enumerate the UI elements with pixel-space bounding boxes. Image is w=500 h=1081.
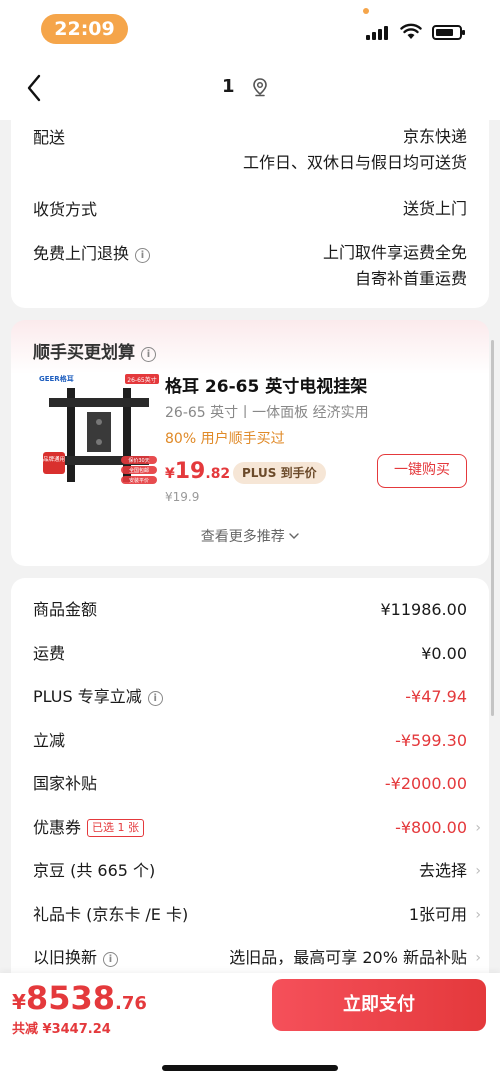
summary-row-subsidy: 国家补贴 -¥2000.00 [33,771,467,797]
recommend-title-wrap: 顺手买更划算 i [33,338,156,363]
product-price: ¥19.82 [165,459,230,484]
free-return-value: 上门取件享运费全免 自寄补首重运费 [323,240,467,292]
battery-icon [432,25,465,40]
info-icon[interactable]: i [147,691,163,706]
home-indicator[interactable] [162,1065,338,1071]
subsidy-label: 国家补贴 [33,774,98,793]
free-return-label-wrap: 免费上门退换 i [33,240,151,264]
plus-discount-value: -¥47.94 [405,687,467,706]
info-icon[interactable]: i [135,248,151,263]
product-feature-2: 全国包邮 [129,467,149,474]
goods-amount-label: 商品金额 [33,600,98,619]
free-return-label: 免费上门退换 [33,244,130,263]
summary-row-giftcard[interactable]: 礼品卡 (京东卡 /E 卡) 1张可用 › [33,902,481,928]
more-recommend-link[interactable]: 查看更多推荐 [11,526,489,546]
free-return-line-2: 自寄补首重运费 [354,269,467,288]
product-buyers: 80% 用户顺手买过 [165,431,285,447]
product-size-tag: 26-65英寸 [127,376,156,384]
delivery-carrier: 京东快递 [402,127,467,146]
location-pin-icon[interactable] [249,76,271,98]
coupon-label-wrap: 优惠券 已选 1 张 [33,815,145,841]
price-currency: ¥ [165,466,175,482]
plus-price-tag: PLUS 到手价 [233,462,326,484]
chevron-right-icon: › [475,820,481,836]
product-image[interactable]: GEER格耳 26-65英寸 品牌通用 保价30天 全国包邮 安装平价 [37,372,162,488]
instant-discount-value: -¥599.30 [395,731,467,750]
page-title: 1 [222,76,235,97]
receive-method-value: 送货上门 [402,199,467,218]
status-bar: 22:09 [0,0,500,58]
jingdou-value: 去选择 [418,861,467,880]
checkout-footer: ¥8538.76 共减 ¥3447.24 立即支付 [0,973,500,1081]
summary-row-instant: 立减 -¥599.30 [33,728,467,754]
tradein-label: 以旧换新 [33,948,98,967]
status-time: 22:09 [41,14,128,44]
delivery-card: 配送 京东快递 工作日、双休日与假日均可送货 收货方式 送货上门 免费上门退换 i… [11,112,489,308]
chevron-right-icon: › [475,863,481,879]
receive-method-row: 收货方式 送货上门 [33,196,467,224]
product-feature-1: 保价30天 [128,457,149,464]
nav-bar: 1 [0,58,500,120]
instant-discount-label: 立减 [33,731,66,750]
total-int: 8538 [25,979,115,1017]
price-summary-card: 商品金额 ¥11986.00 运费 ¥0.00 PLUS 专享立减 i -¥47.… [11,578,489,998]
free-return-row[interactable]: 免费上门退换 i 上门取件享运费全免 自寄补首重运费 [33,240,467,296]
coupon-label: 优惠券 [33,818,82,837]
chevron-right-icon: › [475,907,481,923]
coupon-value: -¥800.00 [395,818,467,837]
coupon-selected-tag: 已选 1 张 [87,819,145,837]
summary-row-goods: 商品金额 ¥11986.00 [33,597,467,623]
total-currency: ¥ [12,990,26,1014]
goods-amount-value: ¥11986.00 [380,600,467,619]
delivery-value: 京东快递 工作日、双休日与假日均可送货 [243,124,467,176]
shipping-label: 运费 [33,644,66,663]
summary-row-jingdou[interactable]: 京豆 (共 665 个) 去选择 › [33,858,481,884]
cellular-signal-icon [366,24,392,40]
giftcard-value: 1张可用 [408,905,467,924]
summary-row-shipping: 运费 ¥0.00 [33,641,467,667]
product-brand-text: GEER格耳 [39,374,74,383]
product-badge-text: 品牌通用 [43,455,65,463]
tradein-label-wrap: 以旧换新 i [33,945,119,971]
summary-row-tradein[interactable]: 以旧换新 i 选旧品，最高可享 20% 新品补贴 › [33,945,481,971]
scrollbar[interactable] [491,340,494,716]
delivery-days: 工作日、双休日与假日均可送货 [242,153,467,172]
free-return-line-1: 上门取件享运费全免 [322,243,467,262]
plus-discount-label-wrap: PLUS 专享立减 i [33,684,163,710]
recommend-card: 顺手买更划算 i GEER格耳 26-65英寸 品牌通用 保价30天 全国包邮 安… [11,320,489,566]
chevron-down-icon [289,533,299,539]
chevron-right-icon: › [475,950,481,966]
more-recommend-label: 查看更多推荐 [200,529,285,545]
product-desc: 26-65 英寸丨一体面板 经济实用 [165,405,369,421]
giftcard-label: 礼品卡 (京东卡 /E 卡) [33,905,189,924]
product-old-price: ¥19.9 [165,490,200,504]
product-name[interactable]: 格耳 26-65 英寸电视挂架 [165,372,367,397]
total-price: ¥8538.76 [12,979,147,1017]
product-feature-3: 安装平价 [129,477,149,484]
summary-row-coupon[interactable]: 优惠券 已选 1 张 -¥800.00 › [33,815,481,841]
shipping-value: ¥0.00 [421,644,467,663]
plus-discount-label: PLUS 专享立减 [33,687,142,706]
total-dec: .76 [114,993,147,1014]
summary-row-plus: PLUS 专享立减 i -¥47.94 [33,684,467,710]
info-icon[interactable]: i [141,347,156,362]
recommend-title: 顺手买更划算 [33,343,135,363]
total-saved: 共减 ¥3447.24 [12,1022,111,1037]
subsidy-value: -¥2000.00 [384,774,467,793]
tradein-value: 选旧品，最高可享 20% 新品补贴 [229,948,467,967]
one-click-buy-button[interactable]: 一键购买 [377,454,467,488]
info-icon[interactable]: i [103,952,119,967]
recording-dot-icon [363,8,369,14]
price-dec: .82 [205,466,231,482]
delivery-row: 配送 京东快递 工作日、双休日与假日均可送货 [33,124,467,184]
price-int: 19 [174,459,206,484]
receive-method-label: 收货方式 [33,200,98,219]
pay-now-button[interactable]: 立即支付 [272,979,486,1031]
delivery-label: 配送 [33,128,66,147]
wifi-icon [400,23,422,39]
chevron-left-icon[interactable] [22,72,48,104]
jingdou-label: 京豆 (共 665 个) [33,861,156,880]
